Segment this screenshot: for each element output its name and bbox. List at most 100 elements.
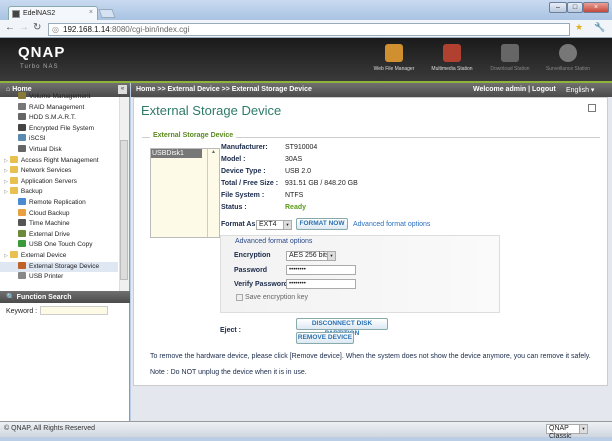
minimize-button[interactable]: – bbox=[549, 2, 567, 13]
disk-list-scrollbar[interactable]: ▲ bbox=[207, 149, 219, 237]
sidebar-item[interactable]: USB Printer bbox=[18, 272, 63, 282]
file-system-label: File System : bbox=[221, 192, 265, 199]
sidebar-item-label: Remote Replication bbox=[29, 199, 86, 206]
size-label: Total / Free Size : bbox=[221, 180, 279, 187]
app-download-station[interactable]: Download Station bbox=[482, 42, 538, 80]
advanced-options-panel bbox=[220, 235, 500, 313]
sidebar-item[interactable]: External Drive bbox=[18, 229, 70, 240]
expand-arrow-icon[interactable]: ▷ bbox=[4, 158, 8, 164]
advanced-format-link[interactable]: Advanced format options bbox=[353, 221, 430, 228]
sidebar-item[interactable]: Time Machine bbox=[18, 219, 70, 229]
language-label: English bbox=[566, 87, 589, 94]
sidebar-item-label: Virtual Disk bbox=[29, 146, 62, 153]
multimedia-station-icon bbox=[443, 44, 461, 62]
app-web-file-manager[interactable]: Web File Manager bbox=[366, 42, 422, 80]
expand-arrow-icon[interactable]: ▷ bbox=[4, 189, 8, 195]
format-as-label: Format As : bbox=[221, 221, 260, 228]
reload-icon[interactable]: ↻ bbox=[33, 22, 41, 33]
sidebar-item[interactable]: External Storage Device bbox=[0, 261, 118, 272]
sidebar-item[interactable]: iSCSI bbox=[18, 134, 46, 144]
format-now-button[interactable]: FORMAT NOW bbox=[296, 218, 348, 230]
close-window-button[interactable]: × bbox=[583, 2, 609, 13]
fieldset-legend: External Storage Device bbox=[150, 132, 237, 139]
sidebar-item[interactable]: Remote Replication bbox=[18, 198, 86, 208]
manufacturer-value: ST910004 bbox=[285, 144, 318, 151]
back-icon[interactable]: ← bbox=[5, 22, 15, 33]
disconnect-disk-partition-button[interactable]: DISCONNECT DISK PARTITION bbox=[296, 318, 388, 337]
sidebar-item[interactable]: ▷ Application Servers bbox=[4, 176, 77, 187]
folder-icon bbox=[9, 155, 18, 163]
sidebar-item-label: Backup bbox=[20, 188, 43, 196]
disk-list-item[interactable]: USBDisk1 bbox=[151, 149, 202, 158]
sidebar-item[interactable]: Encrypted File System bbox=[18, 123, 95, 134]
maximize-button[interactable]: □ bbox=[567, 2, 583, 13]
language-select[interactable]: English ▾ bbox=[566, 86, 594, 94]
device-type-label: Device Type : bbox=[221, 168, 266, 175]
sidebar-item[interactable]: ▷ Backup bbox=[4, 187, 43, 197]
print-icon[interactable] bbox=[588, 104, 596, 112]
app-label: Web File Manager bbox=[373, 66, 415, 72]
expand-arrow-icon[interactable]: ▷ bbox=[4, 253, 8, 259]
collapse-sidebar-icon[interactable]: « bbox=[118, 85, 127, 94]
encryption-value: AES 256 bits bbox=[289, 252, 330, 259]
app-label: Download Station bbox=[490, 66, 530, 72]
sidebar-item[interactable]: Virtual Disk bbox=[18, 145, 62, 155]
item-icon bbox=[18, 272, 26, 280]
address-bar[interactable]: ◎ 192.168.1.14:8080/cgi-bin/index.cgi bbox=[48, 23, 570, 36]
encryption-label: Encryption bbox=[234, 252, 271, 259]
unplug-note: Note : Do NOT unplug the device when it … bbox=[150, 369, 307, 376]
format-value: EXT4 bbox=[259, 221, 277, 228]
favicon-icon bbox=[12, 10, 20, 18]
remove-device-button[interactable]: REMOVE DEVICE bbox=[296, 332, 354, 344]
sidebar-item[interactable]: HDD S.M.A.R.T. bbox=[18, 113, 76, 123]
item-icon bbox=[18, 123, 26, 131]
keyword-input[interactable] bbox=[40, 306, 108, 315]
expand-arrow-icon[interactable]: ▷ bbox=[4, 168, 8, 174]
sidebar-item[interactable]: ▷ Network Services bbox=[4, 166, 71, 176]
sidebar-item[interactable]: ▷ Access Right Management bbox=[4, 155, 99, 166]
download-station-icon bbox=[501, 44, 519, 62]
item-icon bbox=[18, 219, 26, 227]
encryption-select[interactable]: AES 256 bits ▼ bbox=[286, 251, 336, 261]
item-icon bbox=[18, 92, 26, 99]
app-label: Surveillance Station bbox=[545, 66, 591, 72]
app-surveillance-station[interactable]: Surveillance Station bbox=[540, 42, 596, 80]
sidebar-item[interactable]: Cloud Backup bbox=[18, 208, 70, 219]
forward-icon[interactable]: → bbox=[19, 22, 29, 33]
app-multimedia-station[interactable]: Multimedia Station bbox=[424, 42, 480, 80]
theme-value: QNAP Classic bbox=[549, 425, 572, 440]
item-icon bbox=[18, 145, 26, 152]
browser-tab[interactable]: EdelNAS2 × bbox=[8, 6, 98, 21]
sidebar-item[interactable]: RAID Management bbox=[18, 102, 85, 113]
item-icon bbox=[18, 134, 26, 142]
sidebar-item-label: Encrypted File System bbox=[29, 124, 95, 132]
wrench-icon[interactable]: 🔧 bbox=[594, 22, 605, 33]
expand-arrow-icon[interactable]: ▷ bbox=[4, 179, 8, 185]
sidebar-item-label: USB Printer bbox=[29, 273, 64, 281]
item-icon bbox=[18, 102, 26, 110]
sidebar-item-label: Cloud Backup bbox=[29, 209, 70, 217]
item-icon bbox=[18, 198, 26, 205]
qnap-logo: QNAP bbox=[18, 44, 66, 61]
password-input[interactable]: •••••••• bbox=[286, 265, 356, 275]
function-search-panel bbox=[0, 303, 130, 421]
verify-password-label: Verify Password bbox=[234, 281, 289, 288]
new-tab-button[interactable] bbox=[98, 9, 116, 18]
sidebar-item-label: RAID Management bbox=[29, 103, 85, 111]
theme-select[interactable]: QNAP Classic ▼ bbox=[546, 424, 588, 440]
tab-title: EdelNAS2 bbox=[23, 10, 56, 17]
welcome-logout[interactable]: Welcome admin | Logout bbox=[473, 86, 556, 93]
sidebar-item[interactable]: ▷ External Device bbox=[4, 251, 66, 261]
bookmark-star-icon[interactable]: ★ bbox=[575, 22, 583, 33]
sidebar-item-label: Application Servers bbox=[20, 177, 77, 185]
format-select[interactable]: EXT4 ▼ bbox=[256, 220, 292, 230]
chevron-down-icon: ▼ bbox=[579, 425, 587, 433]
sidebar-item[interactable]: USB One Touch Copy bbox=[18, 240, 92, 250]
sidebar-item[interactable]: Volume Management bbox=[18, 92, 90, 102]
function-search-header: 🔍 Function Search bbox=[0, 291, 130, 303]
close-tab-icon[interactable]: × bbox=[89, 9, 93, 16]
removal-instructions: To remove the hardware device, please cl… bbox=[150, 353, 591, 360]
verify-password-input[interactable]: •••••••• bbox=[286, 279, 356, 289]
save-key-checkbox[interactable] bbox=[236, 294, 243, 301]
sidebar-scroll-thumb[interactable] bbox=[120, 140, 128, 280]
